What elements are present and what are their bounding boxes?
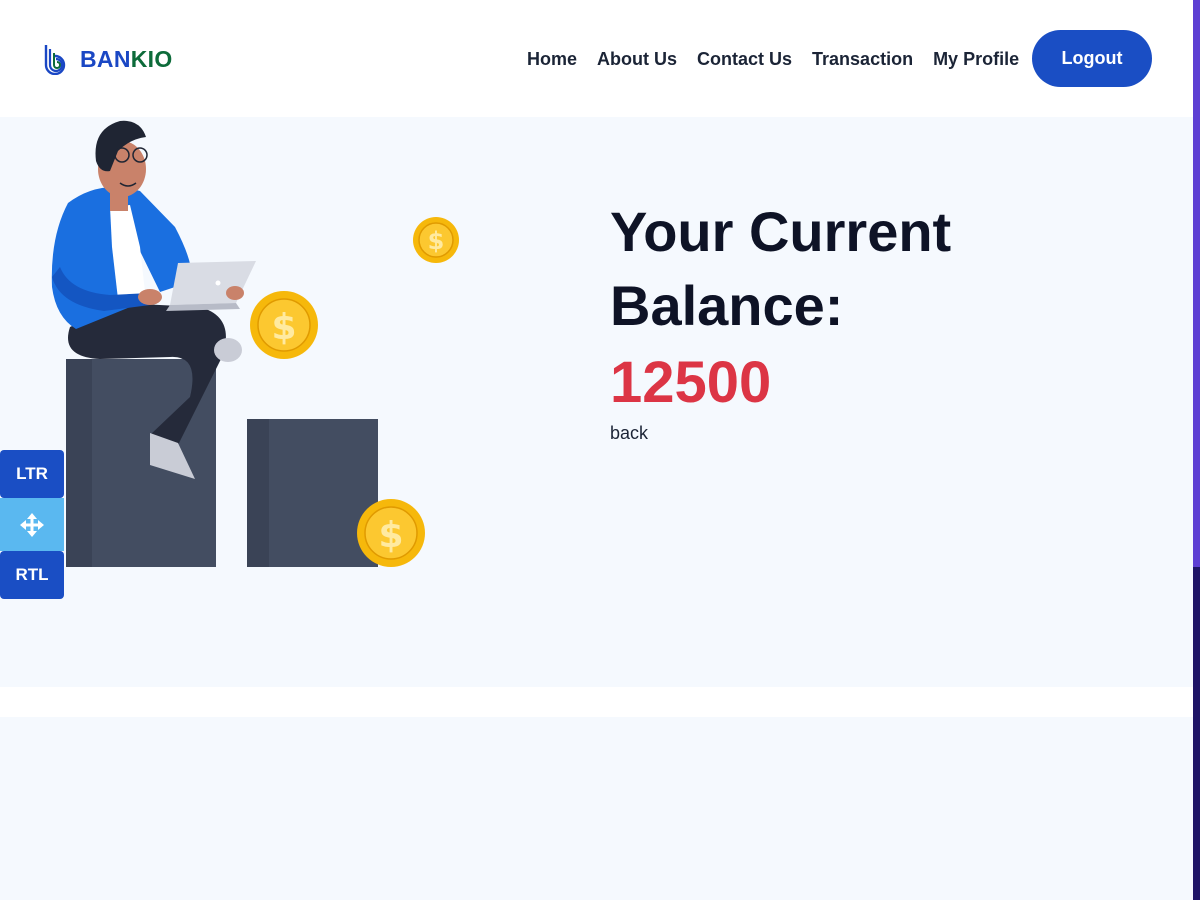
ltr-button[interactable]: LTR (0, 450, 64, 498)
main-nav: Home About Us Contact Us Transaction My … (527, 47, 1019, 71)
nav-transaction[interactable]: Transaction (812, 47, 913, 71)
brand-name: BANKIO (80, 46, 173, 73)
lower-section (0, 717, 1193, 900)
scrollbar-track-bottom[interactable] (1193, 567, 1200, 900)
balance-title: Your Current Balance: (610, 200, 952, 337)
direction-switcher: LTR RTL (0, 450, 64, 599)
brand-name-part2: KIO (130, 45, 173, 72)
brand-logo[interactable]: BANKIO (42, 43, 173, 75)
move-arrows-icon (20, 512, 44, 537)
svg-text:$: $ (271, 307, 296, 348)
section-divider (0, 687, 1193, 717)
logout-button[interactable]: Logout (1032, 30, 1152, 87)
nav-about-us[interactable]: About Us (597, 47, 677, 71)
bankio-logo-icon (44, 45, 66, 75)
svg-text:$: $ (378, 515, 403, 556)
dollar-coin-icon: $ (413, 217, 459, 263)
svg-text:$: $ (428, 227, 445, 255)
balance-amount: 12500 (610, 350, 772, 415)
nav-my-profile[interactable]: My Profile (933, 47, 1019, 71)
site-header: BANKIO Home About Us Contact Us Transact… (0, 0, 1193, 117)
laptop (170, 261, 256, 305)
dollar-coin-icon: $ (250, 291, 318, 359)
scrollbar-track-top[interactable] (1193, 0, 1200, 567)
nav-contact-us[interactable]: Contact Us (697, 47, 792, 71)
move-handle[interactable] (0, 498, 64, 551)
person-with-laptop-illustration: $ $ $ (51, 120, 459, 567)
brand-name-part1: BAN (80, 45, 131, 72)
dollar-coin-icon: $ (357, 499, 425, 567)
back-link[interactable]: back (610, 423, 648, 444)
nav-home[interactable]: Home (527, 47, 577, 71)
rtl-button[interactable]: RTL (0, 551, 64, 599)
